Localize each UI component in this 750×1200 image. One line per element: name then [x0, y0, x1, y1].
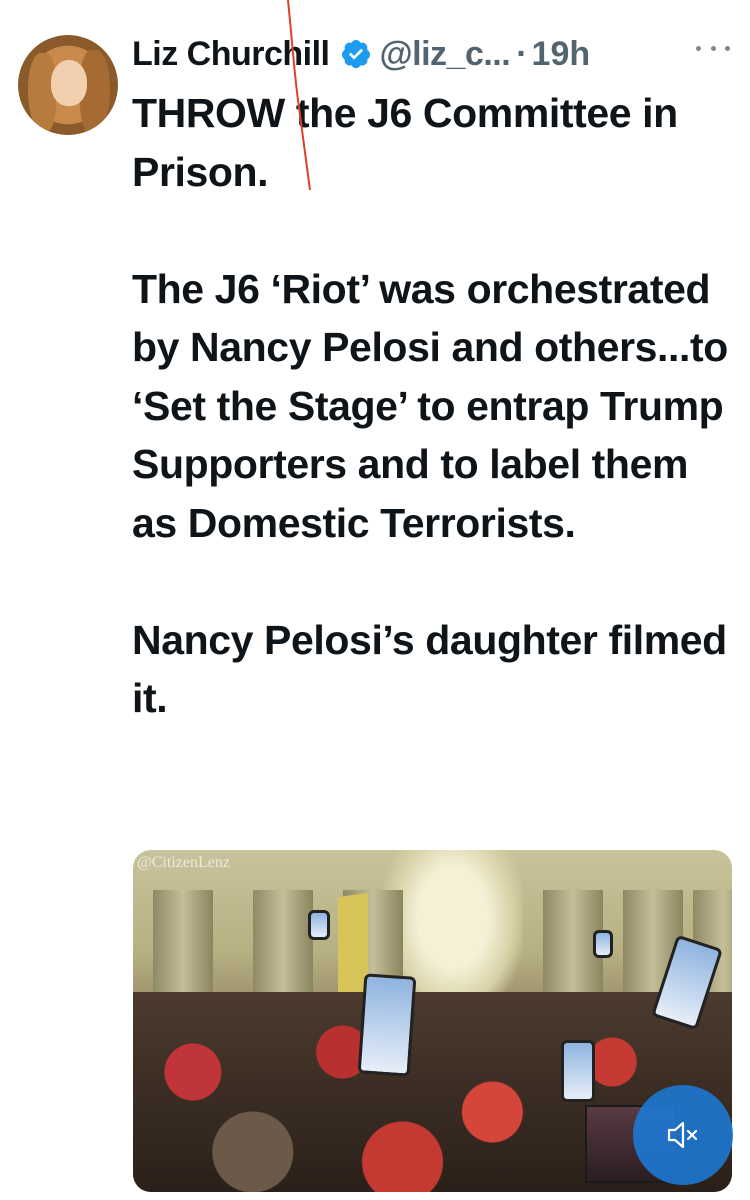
raised-phone: [357, 973, 417, 1077]
author-handle[interactable]: @liz_c...: [380, 35, 511, 74]
more-dot: [696, 45, 701, 51]
raised-phone: [561, 1040, 595, 1102]
separator-dot: ·: [516, 34, 528, 73]
raised-phone: [593, 930, 613, 958]
avatar-face: [51, 60, 87, 106]
avatar[interactable]: [18, 35, 118, 135]
timestamp[interactable]: 19h: [532, 35, 591, 74]
tweet-paragraph-3: Nancy Pelosi’s daughter filmed it.: [132, 616, 727, 722]
mute-toggle-button[interactable]: [633, 1085, 733, 1185]
more-dot: [710, 45, 716, 51]
tweet[interactable]: Liz Churchill @liz_c... · 19h THROW the …: [0, 0, 750, 1200]
tweet-text: THROW the J6 Committee in Prison. The J6…: [132, 84, 732, 728]
more-dot: [725, 45, 730, 51]
speaker-muted-icon: [667, 1121, 698, 1149]
tweet-paragraph-1: THROW the J6 Committee in Prison.: [132, 90, 678, 195]
verified-badge-icon: [341, 40, 370, 69]
tweet-header: Liz Churchill @liz_c... · 19h: [132, 30, 590, 78]
display-name[interactable]: Liz Churchill: [132, 35, 330, 74]
more-horizontal-icon[interactable]: [696, 42, 730, 54]
video-watermark: @CitizenLenz: [137, 854, 230, 871]
tweet-paragraph-2: The J6 ‘Riot’ was orchestrated by Nancy …: [132, 265, 728, 546]
raised-phone: [308, 910, 330, 940]
